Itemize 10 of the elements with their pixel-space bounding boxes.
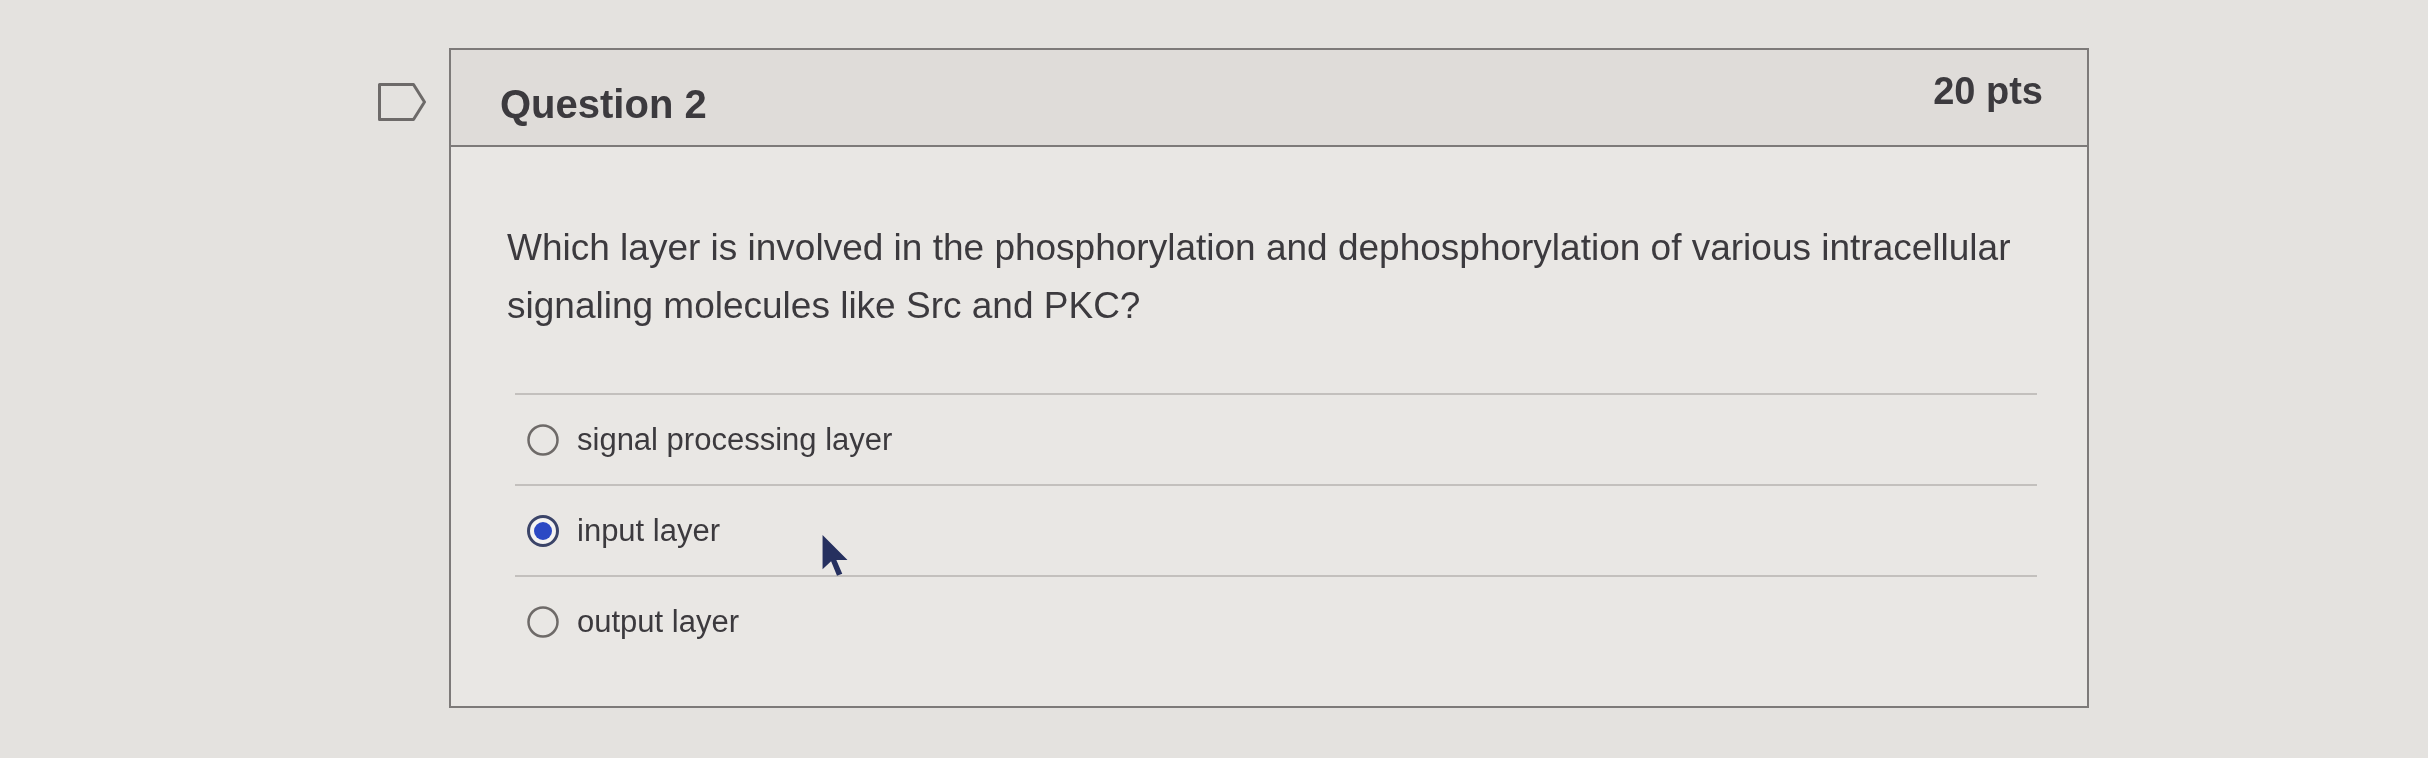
points-label: 20 pts: [1933, 69, 2043, 114]
answer-label[interactable]: signal processing layer: [577, 419, 893, 460]
tag-icon[interactable]: [378, 83, 426, 121]
radio-button[interactable]: [527, 423, 559, 456]
answer-label[interactable]: output layer: [577, 601, 739, 642]
radio-button[interactable]: [527, 605, 559, 638]
radio-button[interactable]: [527, 514, 559, 547]
question-text: Which layer is involved in the phosphorylation and dephosphorylation of various intracellular signaling molecules like Src and PKC?: [507, 226, 2012, 328]
question-title: Question 2: [500, 81, 707, 128]
answer-label[interactable]: input layer: [577, 510, 721, 551]
